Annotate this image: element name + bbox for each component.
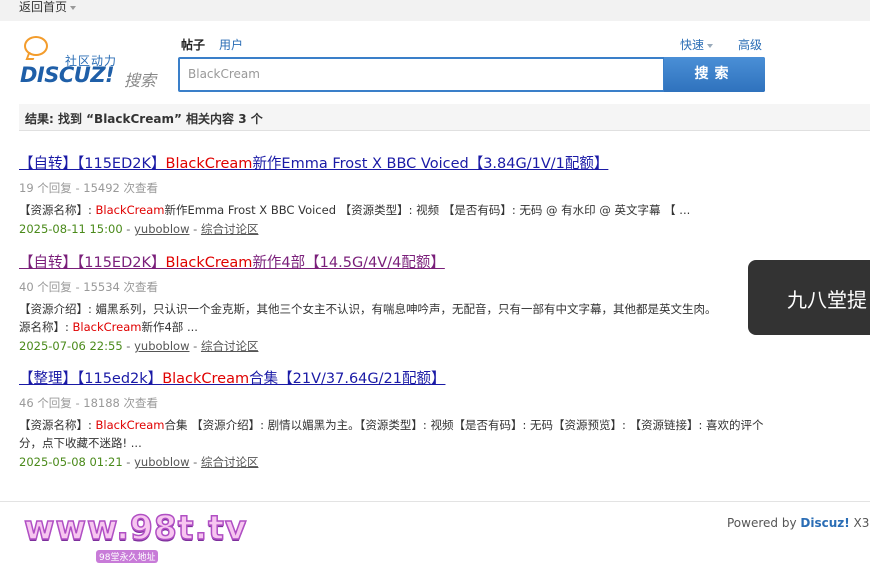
result-summary: 【资源介绍】: 媚黑系列，只认识一个金克斯，其他三个女主不认识，有喘息呻吟声，无… — [19, 302, 717, 334]
result-forum-link[interactable]: 综合讨论区 — [201, 455, 259, 469]
search-input[interactable]: BlackCream — [180, 59, 663, 90]
result-forum-link[interactable]: 综合讨论区 — [201, 222, 259, 236]
result-meta: 19 个回复 - 15492 次查看 — [19, 181, 158, 195]
result-author-link[interactable]: yuboblow — [134, 339, 189, 353]
result-title-link[interactable]: 【整理】【115ed2k】BlackCream合集【21V/37.64G/21配… — [19, 371, 445, 387]
chevron-down-icon — [707, 43, 714, 48]
tab-posts[interactable]: 帖子 — [181, 36, 205, 53]
result-summary: 【资源名称】: BlackCream新作Emma Frost X BBC Voi… — [19, 203, 691, 217]
result-item: 【自转】【115ED2K】BlackCream新作4部【14.5G/4V/4配额… — [19, 251, 779, 354]
result-footer: 2025-05-08 01:21 - yuboblow - 综合讨论区 — [19, 455, 259, 469]
logo-search-text: 搜索 — [124, 71, 157, 90]
top-bar: 返回首页 — [0, 0, 870, 21]
result-date: 2025-08-11 15:00 — [19, 222, 123, 236]
discuz-search-logo[interactable]: 社区动力 DISCUZ! 搜索 — [20, 36, 160, 92]
back-home-label: 返回首页 — [19, 0, 68, 14]
speech-bubble-icon — [24, 36, 48, 56]
result-meta: 46 个回复 - 18188 次查看 — [19, 396, 158, 410]
floating-notice-popup[interactable]: 九八堂提 — [748, 260, 870, 335]
result-forum-link[interactable]: 综合讨论区 — [201, 339, 259, 353]
result-title-link[interactable]: 【自转】【115ED2K】BlackCream新作4部【14.5G/4V/4配额… — [19, 255, 445, 271]
quick-search-dropdown[interactable]: 快速 — [680, 36, 714, 53]
footer-divider — [0, 501, 870, 502]
result-title-link[interactable]: 【自转】【115ED2K】BlackCream新作Emma Frost X BB… — [19, 156, 608, 172]
search-button[interactable]: 搜索 — [664, 57, 765, 92]
result-footer: 2025-08-11 15:00 - yuboblow - 综合讨论区 — [19, 222, 259, 236]
results-count-text: 结果: 找到 “BlackCream” 相关内容 3 个 — [25, 112, 263, 126]
result-meta: 40 个回复 - 15534 次查看 — [19, 280, 158, 294]
advanced-search-link[interactable]: 高级 — [738, 36, 762, 53]
result-author-link[interactable]: yuboblow — [134, 222, 189, 236]
result-item: 【整理】【115ed2k】BlackCream合集【21V/37.64G/21配… — [19, 367, 779, 470]
tab-users[interactable]: 用户 — [219, 36, 243, 53]
chevron-down-icon — [70, 5, 77, 10]
quick-search-label: 快速 — [680, 38, 705, 52]
popup-text: 九八堂提 — [787, 288, 867, 312]
logo-brand-text: DISCUZ! — [20, 63, 115, 87]
powered-by: Powered by Discuz! X3.4 — [727, 516, 870, 530]
site-logo-text: www.98t.tv — [23, 507, 248, 548]
result-date: 2025-05-08 01:21 — [19, 455, 123, 469]
results-header: 结果: 找到 “BlackCream” 相关内容 3 个 — [19, 104, 870, 131]
result-date: 2025-07-06 22:55 — [19, 339, 123, 353]
search-type-tabs: 帖子 用户 — [181, 36, 257, 53]
site-logo-subtext: 98堂永久地址 — [96, 550, 159, 563]
back-home-link[interactable]: 返回首页 — [19, 0, 77, 15]
search-bar: BlackCream 搜索 — [178, 57, 765, 92]
discuz-brand-link[interactable]: Discuz! — [800, 516, 849, 530]
result-footer: 2025-07-06 22:55 - yuboblow - 综合讨论区 — [19, 339, 259, 353]
result-summary: 【资源名称】: BlackCream合集 【资源介绍】: 剧情以媚黑为主。【资源… — [19, 418, 764, 450]
result-item: 【自转】【115ED2K】BlackCream新作Emma Frost X BB… — [19, 152, 779, 237]
result-author-link[interactable]: yuboblow — [134, 455, 189, 469]
site-logo-98t[interactable]: www.98t.tv 98堂永久地址 — [23, 507, 247, 563]
